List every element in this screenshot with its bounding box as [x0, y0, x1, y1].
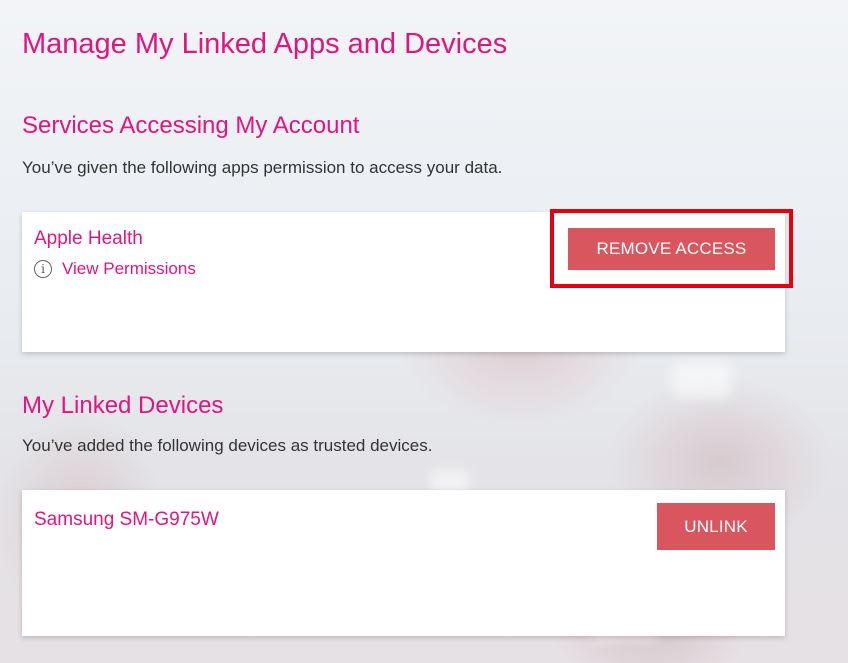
services-section-title: Services Accessing My Account — [22, 112, 360, 139]
devices-section-description: You’ve added the following devices as tr… — [22, 436, 433, 455]
unlink-button[interactable]: UNLINK — [657, 503, 775, 550]
device-card-samsung: Samsung SM-G975W UNLINK — [22, 490, 785, 636]
service-name: Apple Health — [34, 228, 143, 249]
info-circle-icon: i — [34, 260, 52, 278]
remove-access-button[interactable]: REMOVE ACCESS — [568, 228, 775, 270]
view-permissions-link[interactable]: i View Permissions — [34, 259, 196, 279]
device-name: Samsung SM-G975W — [34, 509, 219, 530]
service-card-apple-health: Apple Health i View Permissions REMOVE A… — [22, 212, 785, 352]
services-section-description: You’ve given the following apps permissi… — [22, 158, 503, 177]
view-permissions-label: View Permissions — [62, 259, 196, 278]
devices-section-title: My Linked Devices — [22, 392, 224, 419]
page-title: Manage My Linked Apps and Devices — [22, 28, 508, 60]
